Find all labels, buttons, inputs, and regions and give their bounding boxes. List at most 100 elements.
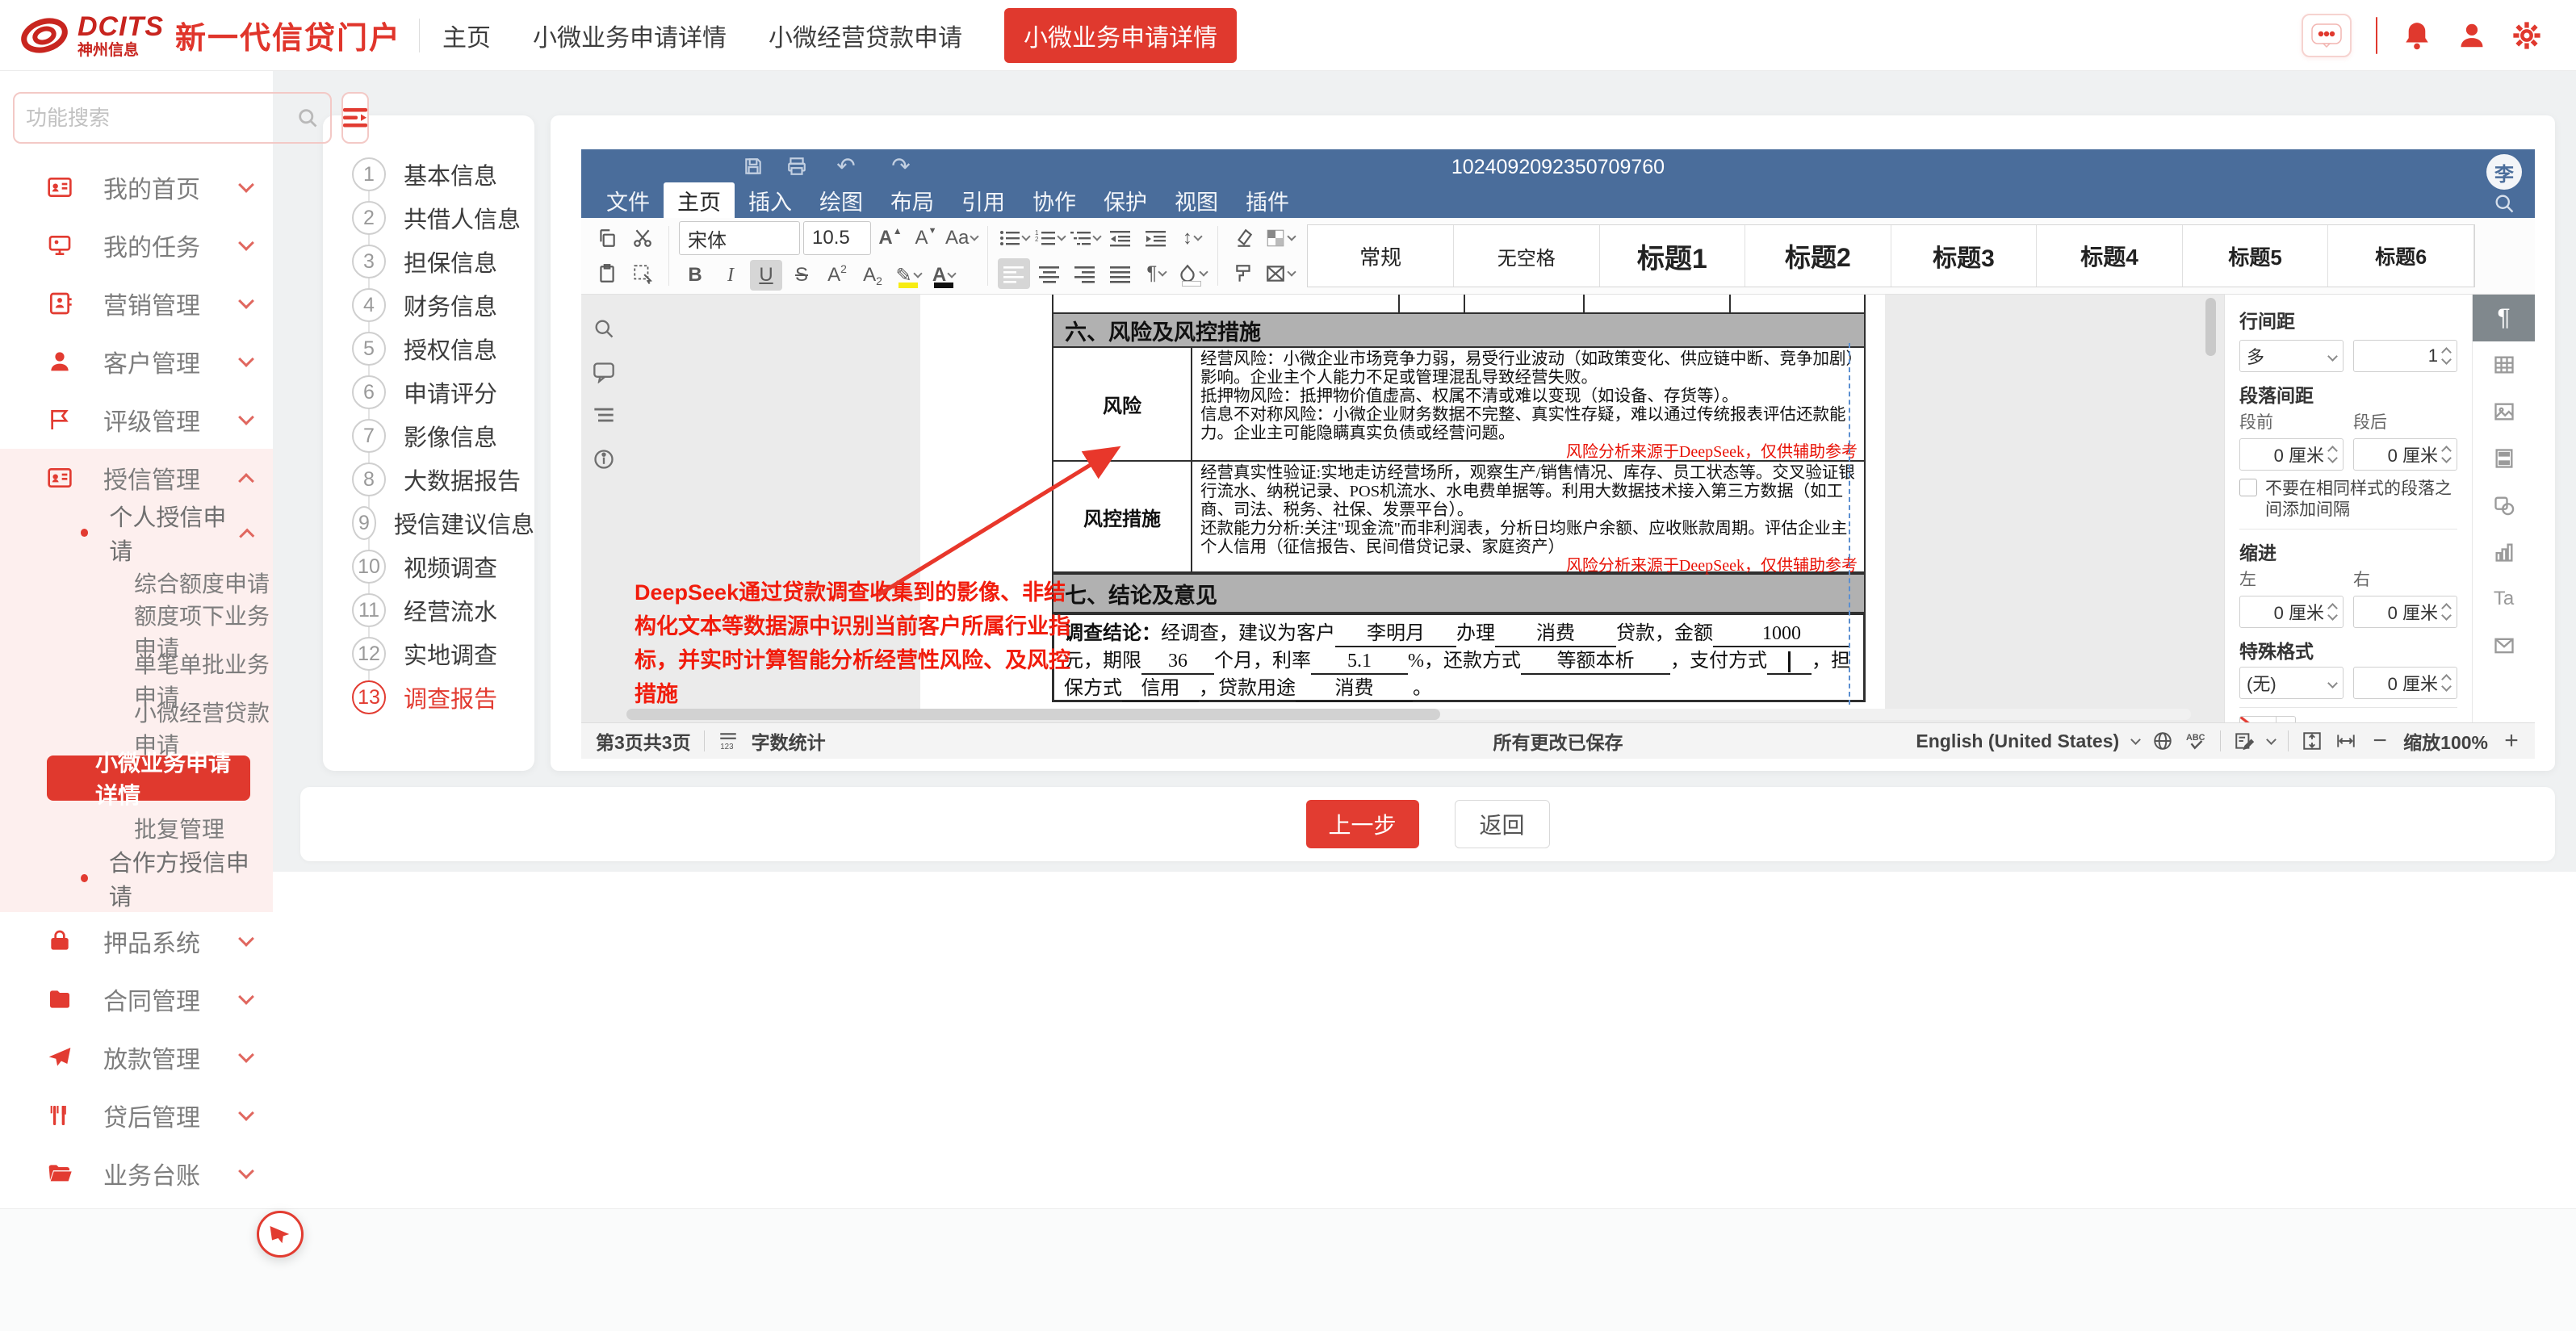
bullet-list-icon[interactable] [998, 223, 1030, 253]
zoom-in-icon[interactable]: + [2501, 727, 2522, 755]
frame-icon[interactable] [1263, 258, 1296, 289]
justify-icon[interactable] [1104, 258, 1137, 289]
select-icon[interactable] [626, 258, 659, 289]
editor-tab-插件[interactable]: 插件 [1232, 182, 1303, 218]
header-tab-1[interactable]: 小微业务申请详情 [533, 18, 727, 53]
special-format-value-input[interactable]: 0 厘米 [2353, 667, 2457, 699]
fit-page-icon[interactable] [2302, 730, 2323, 751]
indent-left-input[interactable]: 0 厘米 [2239, 596, 2344, 628]
cut-icon[interactable] [626, 223, 659, 253]
increase-indent-icon[interactable] [1140, 223, 1172, 253]
copy-icon[interactable] [591, 223, 623, 253]
sidebar-item-营销管理[interactable]: 营销管理 [0, 274, 273, 333]
zoom-level[interactable]: 缩放100% [2403, 727, 2488, 755]
style-gallery-more-icon[interactable] [2475, 251, 2527, 261]
editor-tab-绘图[interactable]: 绘图 [806, 182, 877, 218]
style-常规[interactable]: 常规 [1308, 225, 1454, 287]
special-format-select[interactable]: (无) [2239, 667, 2344, 699]
shading-icon[interactable] [1175, 258, 1208, 289]
style-标题3[interactable]: 标题3 [1891, 225, 2038, 287]
sidebar-item-客户管理[interactable]: 客户管理 [0, 333, 273, 391]
bold-icon[interactable]: B [679, 260, 711, 291]
track-changes-icon[interactable] [2234, 730, 2255, 751]
step-3[interactable]: 3担保信息 [323, 240, 534, 283]
same-style-checkbox[interactable] [2239, 479, 2257, 496]
spellcheck-icon[interactable]: ABC [2186, 730, 2207, 751]
sidebar-item-放款管理[interactable]: 放款管理 [0, 1028, 273, 1086]
grow-font-icon[interactable]: A▲ [874, 223, 907, 253]
editor-tab-文件[interactable]: 文件 [593, 182, 664, 218]
find-icon[interactable] [593, 317, 615, 340]
step-11[interactable]: 11经营流水 [323, 588, 534, 632]
sidebar-collapse-button[interactable] [341, 92, 369, 144]
paragraph-mark-icon[interactable]: ¶ [1140, 258, 1172, 289]
step-2[interactable]: 2共借人信息 [323, 196, 534, 240]
bell-icon[interactable] [2402, 20, 2432, 51]
submenu-item-小微业务申请详情[interactable]: 小微业务申请详情 [47, 755, 250, 801]
align-left-icon[interactable] [998, 258, 1030, 289]
header-tab-2[interactable]: 小微经营贷款申请 [769, 18, 962, 53]
conclusion-blank[interactable]: 消费 [1495, 622, 1616, 647]
headings-icon[interactable] [593, 404, 615, 427]
font-color-icon[interactable]: A [928, 260, 960, 291]
comments-icon[interactable] [593, 361, 615, 383]
italic-icon[interactable]: I [714, 260, 747, 291]
subscript-icon[interactable]: A2 [857, 260, 889, 291]
paste-icon[interactable] [591, 258, 623, 289]
shapes-panel-icon[interactable] [2473, 482, 2536, 529]
editor-tab-引用[interactable]: 引用 [948, 182, 1019, 218]
indent-right-input[interactable]: 0 厘米 [2353, 596, 2457, 628]
language-selector[interactable]: English (United States) [1916, 730, 2119, 752]
align-right-icon[interactable] [1069, 258, 1101, 289]
editor-tab-保护[interactable]: 保护 [1090, 182, 1161, 218]
style-标题1[interactable]: 标题1 [1600, 225, 1746, 287]
step-1[interactable]: 1基本信息 [323, 153, 534, 196]
conclusion-blank[interactable] [1767, 649, 1812, 675]
step-4[interactable]: 4财务信息 [323, 283, 534, 327]
step-8[interactable]: 8大数据报告 [323, 458, 534, 501]
conclusion-text[interactable]: 调查结论：经调查，建议为客户李明月办理消费贷款，金额1000元，期限36个月，利… [1052, 613, 1866, 702]
chart-panel-icon[interactable] [2473, 529, 2536, 576]
horizontal-scrollbar[interactable] [626, 709, 2191, 720]
step-5[interactable]: 5授权信息 [323, 327, 534, 370]
table-panel-icon[interactable] [2473, 341, 2536, 388]
style-标题4[interactable]: 标题4 [2037, 225, 2183, 287]
sidebar-item-贷后管理[interactable]: 贷后管理 [0, 1086, 273, 1145]
sidebar-item-我的任务[interactable]: 我的任务 [0, 216, 273, 274]
user-icon[interactable] [2457, 20, 2487, 51]
line-spacing-icon[interactable]: ↕ [1175, 223, 1208, 253]
spacing-after-input[interactable]: 0 厘米 [2353, 438, 2457, 471]
header-tab-3[interactable]: 小微业务申请详情 [1004, 8, 1237, 63]
submenu-personal-credit[interactable]: 个人授信申请 [0, 507, 273, 559]
format-painter-icon[interactable] [1228, 258, 1260, 289]
textart-panel-icon[interactable]: Ta [2473, 576, 2536, 622]
conclusion-blank[interactable]: 李明月 [1335, 622, 1456, 647]
paragraph-panel-icon[interactable]: ¶ [2473, 295, 2536, 341]
previous-step-button[interactable]: 上一步 [1306, 800, 1419, 848]
conclusion-blank[interactable]: 消费 [1296, 676, 1413, 702]
numbered-list-icon[interactable]: 12 [1033, 223, 1066, 253]
back-button[interactable]: 返回 [1455, 800, 1550, 848]
word-count-label[interactable]: 字数统计 [752, 727, 826, 755]
step-6[interactable]: 6申请评分 [323, 370, 534, 414]
image-panel-icon[interactable] [2473, 388, 2536, 435]
multilevel-list-icon[interactable] [1069, 223, 1101, 253]
vertical-scrollbar[interactable] [2205, 298, 2216, 356]
globe-icon[interactable] [2152, 730, 2173, 751]
background-color-picker[interactable] [2239, 716, 2296, 722]
step-10[interactable]: 10视频调查 [323, 545, 534, 588]
sidebar-item-评级管理[interactable]: 评级管理 [0, 391, 273, 449]
change-case-icon[interactable]: Aa [945, 223, 978, 253]
chat-bubble-icon[interactable] [2302, 14, 2352, 57]
step-12[interactable]: 12实地调查 [323, 632, 534, 676]
editor-tab-视图[interactable]: 视图 [1161, 182, 1232, 218]
submenu-partner-credit[interactable]: 合作方授信申请 [0, 852, 273, 904]
underline-icon[interactable]: U [750, 260, 782, 291]
sidebar-item-业务台账[interactable]: 业务台账 [0, 1145, 273, 1203]
clear-format-icon[interactable] [1228, 223, 1260, 253]
strikethrough-icon[interactable]: S [785, 260, 818, 291]
step-13[interactable]: 13调查报告 [323, 676, 534, 719]
shrink-font-icon[interactable]: A▼ [910, 223, 942, 253]
editor-tab-插入[interactable]: 插入 [735, 182, 806, 218]
conclusion-blank[interactable]: 1000 [1713, 622, 1850, 647]
